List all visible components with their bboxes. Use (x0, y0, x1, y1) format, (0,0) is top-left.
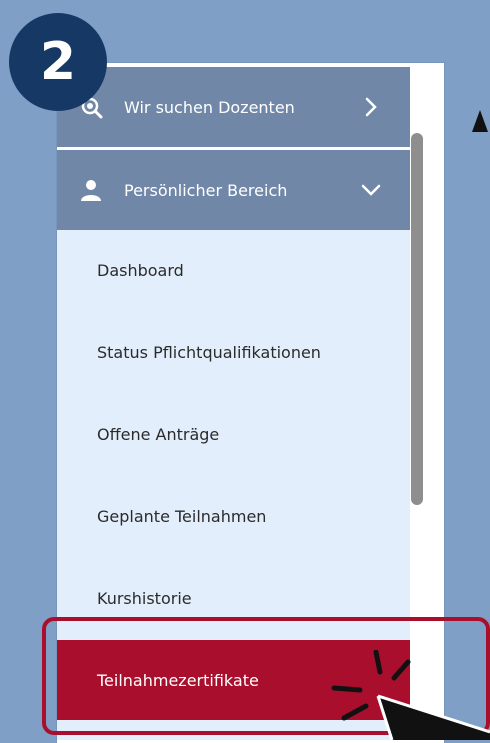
chevron-right-icon (365, 97, 377, 117)
submenu-item-label: Kurshistorie (97, 588, 192, 608)
submenu-item-label: Status Pflichtqualifikationen (97, 342, 321, 362)
submenu-item-label: Dashboard (97, 260, 184, 280)
user-icon (81, 180, 101, 201)
step-badge: 2 (9, 13, 107, 111)
arrow-up-icon (472, 110, 488, 132)
menu-item-persoenlicher-bereich[interactable]: Persönlicher Bereich (57, 150, 410, 230)
click-cursor-icon (331, 650, 490, 740)
submenu-item-dashboard[interactable]: Dashboard (57, 230, 410, 310)
submenu-item-label: Geplante Teilnahmen (97, 506, 267, 526)
submenu-item-offene-antraege[interactable]: Offene Anträge (57, 394, 410, 474)
submenu-item-label: Offene Anträge (97, 424, 220, 444)
chevron-down-icon (361, 184, 381, 196)
submenu-item-status-pflichtqualifikationen[interactable]: Status Pflichtqualifikationen (57, 312, 410, 392)
menu-item-wir-suchen-dozenten[interactable]: Wir suchen Dozenten (57, 67, 410, 147)
menu-item-label: Persönlicher Bereich (124, 180, 288, 200)
submenu-item-geplante-teilnahmen[interactable]: Geplante Teilnahmen (57, 476, 410, 556)
scrollbar-thumb[interactable] (411, 133, 423, 505)
menu-item-label: Wir suchen Dozenten (124, 97, 295, 117)
